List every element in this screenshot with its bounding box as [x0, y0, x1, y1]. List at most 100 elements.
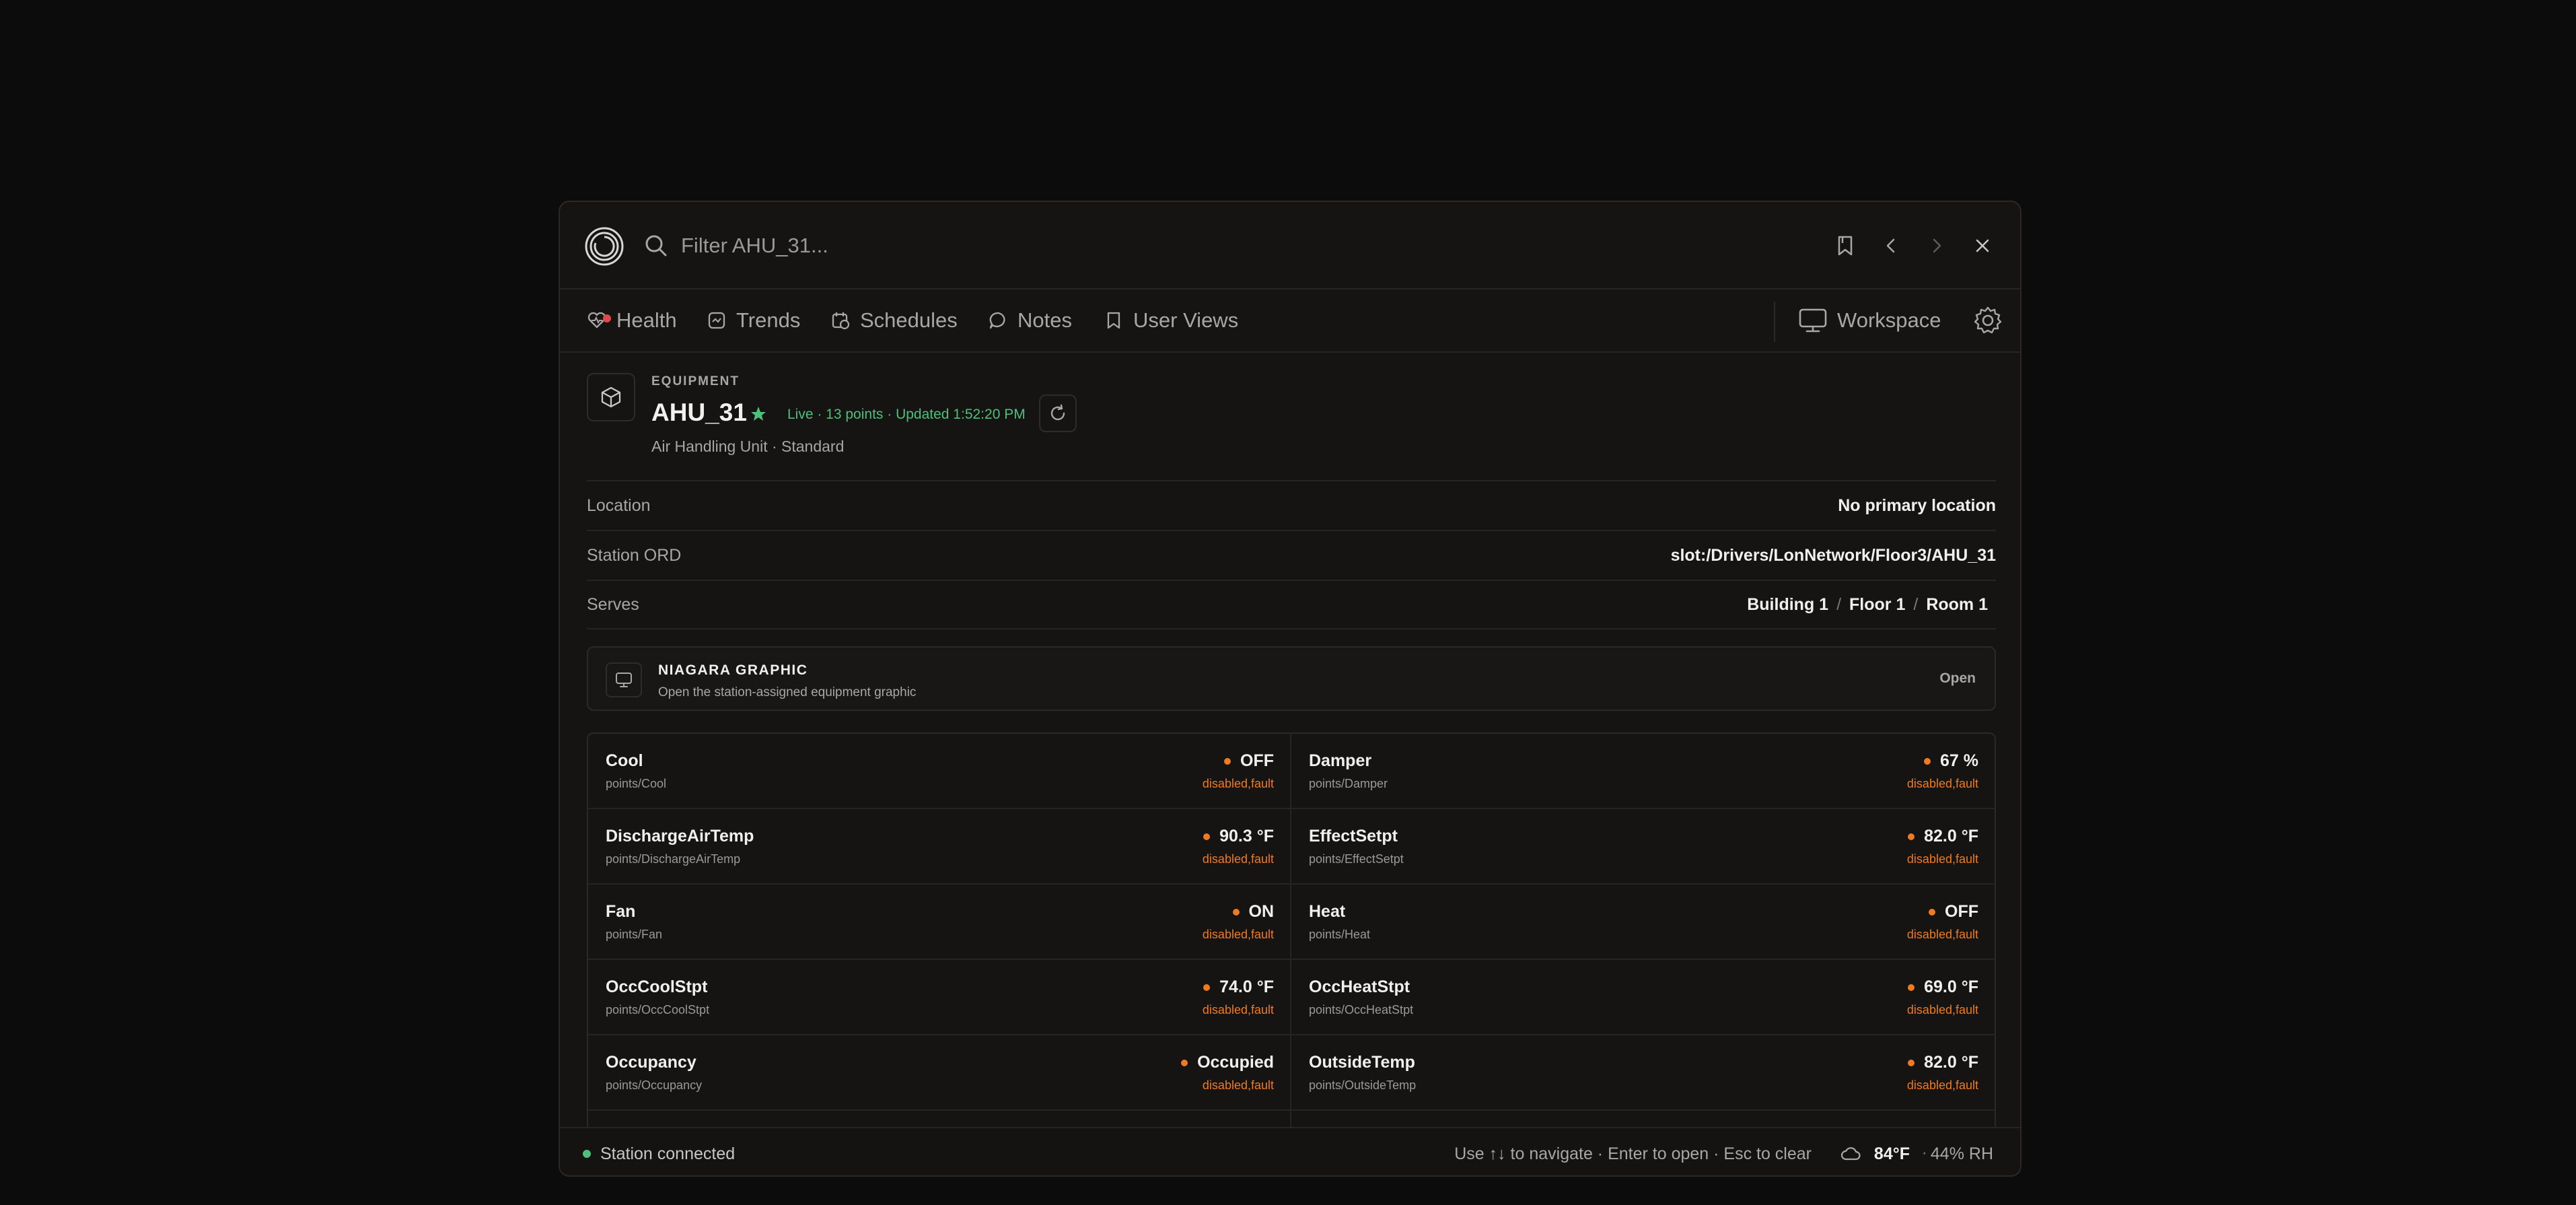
point-name: DischargeAirTemp — [606, 827, 754, 846]
point-status: disabled,fault — [1906, 852, 1978, 866]
bookmark-button[interactable] — [1832, 232, 1859, 259]
point-status-dot — [1924, 758, 1931, 765]
crumb-separator: / — [1913, 594, 1919, 614]
live-status: Live · 13 points · Updated 1:52:20 PM — [787, 407, 1026, 422]
point-path: points/Damper — [1309, 777, 1388, 790]
status-footer: Station connected Use ↑↓ to navigate · E… — [560, 1127, 2020, 1175]
keyboard-hint: Use ↑↓ to navigate · Enter to open · Esc… — [1454, 1144, 1812, 1163]
forward-button[interactable] — [1923, 232, 1950, 259]
search-input[interactable] — [681, 226, 1623, 265]
point-status-dot — [1203, 984, 1211, 991]
tab-bar: Health Trends Schedules Notes User Views… — [560, 289, 2020, 353]
tab-label: Trends — [736, 308, 801, 332]
bookmark-icon — [1838, 236, 1853, 256]
point-tile[interactable]: Damper points/Damper 67 % disabled,fault — [1291, 734, 1995, 809]
point-status-dot — [1181, 1060, 1188, 1066]
tab-trends[interactable]: Trends — [707, 289, 800, 351]
point-tile[interactable]: Heat points/Heat OFF disabled,fault — [1291, 885, 1995, 960]
point-status: disabled,fault — [1906, 777, 1978, 790]
location-value: No primary location — [1838, 495, 1996, 515]
point-tile-partial[interactable] — [588, 1111, 1291, 1128]
point-tile[interactable]: Occupancy points/Occupancy Occupied disa… — [588, 1035, 1291, 1111]
point-path: points/Occupancy — [606, 1078, 703, 1092]
serves-crumb-room[interactable]: Room 1 — [1926, 595, 1988, 614]
search-icon — [645, 235, 667, 256]
equipment-kicker: EQUIPMENT — [651, 374, 740, 388]
health-icon-wrap — [587, 310, 611, 331]
point-name: EffectSetpt — [1309, 827, 1398, 846]
point-status-dot — [1908, 833, 1915, 840]
chevron-right-icon — [1933, 238, 1941, 253]
cloud-icon — [1840, 1147, 1861, 1161]
point-value: 74.0 °F — [1219, 977, 1274, 996]
point-path: points/Cool — [606, 777, 667, 790]
point-name: OccHeatStpt — [1309, 977, 1410, 996]
close-button[interactable] — [1969, 232, 1996, 259]
point-value: OFF — [1240, 751, 1274, 770]
station-ord-label: Station ORD — [587, 545, 682, 565]
tab-notes[interactable]: Notes — [988, 289, 1072, 351]
graphic-title: NIAGARA GRAPHIC — [658, 662, 808, 678]
point-tile[interactable]: OccHeatStpt points/OccHeatStpt 69.0 °F d… — [1291, 960, 1995, 1035]
nav-divider — [1774, 302, 1775, 342]
serves-label: Serves — [587, 594, 639, 614]
search-bar — [560, 202, 2020, 289]
points-list: Cool points/Cool OFF disabled,fault Damp… — [588, 734, 1995, 1128]
point-name: Cool — [606, 751, 643, 770]
tab-schedules[interactable]: Schedules — [830, 289, 958, 351]
station-ord-value[interactable]: slot:/Drivers/LonNetwork/Floor3/AHU_31 — [1671, 546, 1996, 565]
cube-icon — [601, 386, 621, 408]
workspace-label: Workspace — [1837, 308, 1941, 332]
point-path: points/OccHeatStpt — [1309, 1003, 1414, 1017]
star-icon[interactable] — [750, 405, 767, 423]
chat-bubble-icon — [989, 312, 1005, 329]
point-status: disabled,fault — [1202, 1078, 1274, 1092]
point-status: disabled,fault — [1906, 1003, 1978, 1017]
graphic-open-link[interactable]: Open — [1939, 670, 1976, 687]
tab-label: Schedules — [860, 308, 958, 332]
point-name: OutsideTemp — [1309, 1053, 1415, 1072]
tab-health[interactable]: Health — [587, 289, 677, 351]
point-value: OFF — [1945, 902, 1978, 921]
point-path: points/DischargeAirTemp — [606, 852, 741, 866]
monitor-icon — [616, 673, 632, 687]
serves-crumb-floor[interactable]: Floor 1 — [1849, 595, 1905, 614]
graphic-icon-box — [606, 662, 642, 697]
relative-humidity: 44% RH — [1930, 1144, 1993, 1163]
location-row: Location No primary location — [587, 480, 1996, 530]
app-logo-icon[interactable] — [584, 226, 624, 267]
back-button[interactable] — [1877, 232, 1904, 259]
refresh-button[interactable] — [1039, 394, 1077, 432]
points-grid: Cool points/Cool OFF disabled,fault Damp… — [587, 732, 1996, 1128]
settings-button[interactable] — [1973, 289, 2003, 351]
crumb-separator: / — [1836, 594, 1842, 614]
command-palette: Health Trends Schedules Notes — [559, 201, 2022, 1177]
point-value: 82.0 °F — [1924, 827, 1978, 846]
point-value: 69.0 °F — [1924, 977, 1978, 996]
point-tile[interactable]: EffectSetpt points/EffectSetpt 82.0 °F d… — [1291, 809, 1995, 885]
niagara-graphic-card[interactable]: NIAGARA GRAPHIC Open the station-assigne… — [587, 646, 1996, 711]
point-name: OccCoolStpt — [606, 977, 708, 996]
location-label: Location — [587, 495, 651, 515]
alert-badge — [603, 314, 611, 322]
point-name: Damper — [1309, 751, 1372, 770]
connection-status: Station connected — [600, 1144, 736, 1163]
refresh-icon — [1050, 404, 1065, 421]
point-tile[interactable]: DischargeAirTemp points/DischargeAirTemp… — [588, 809, 1291, 885]
chart-icon — [708, 312, 725, 329]
workspace-button[interactable]: Workspace — [1798, 289, 1941, 351]
point-tile[interactable]: OccCoolStpt points/OccCoolStpt 74.0 °F d… — [588, 960, 1291, 1035]
serves-breadcrumb: Building 1 / Floor 1 / Room 1 — [1747, 595, 1996, 615]
equipment-title: AHU_31 — [651, 399, 747, 426]
point-tile-partial[interactable] — [1291, 1111, 1995, 1128]
serves-crumb-building[interactable]: Building 1 — [1747, 595, 1828, 614]
bookmark-icon — [1107, 312, 1120, 329]
point-status: disabled,fault — [1202, 777, 1274, 790]
point-tile[interactable]: OutsideTemp points/OutsideTemp 82.0 °F d… — [1291, 1035, 1995, 1111]
serves-row: Serves Building 1 / Floor 1 / Room 1 — [587, 580, 1996, 629]
tab-user-views[interactable]: User Views — [1104, 289, 1238, 351]
monitor-icon — [1799, 308, 1827, 333]
point-tile[interactable]: Fan points/Fan ON disabled,fault — [588, 885, 1291, 960]
point-tile[interactable]: Cool points/Cool OFF disabled,fault — [588, 734, 1291, 809]
point-status: disabled,fault — [1906, 928, 1978, 941]
